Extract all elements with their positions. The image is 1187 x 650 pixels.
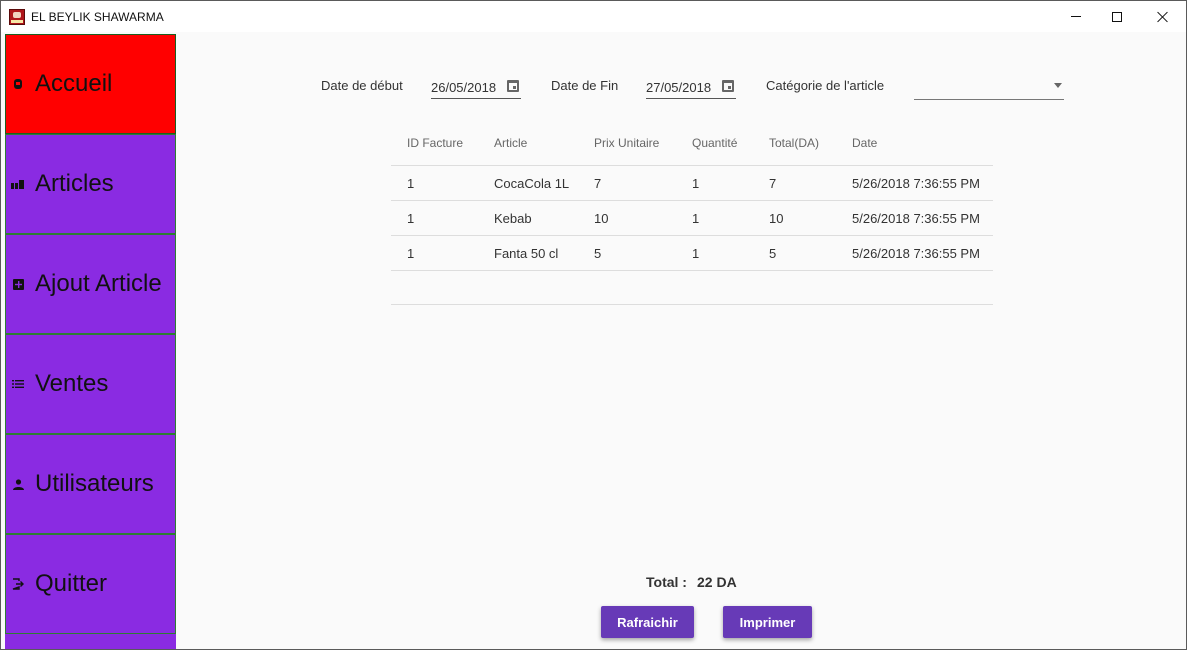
start-date-picker[interactable]: 26/05/2018 [431, 77, 521, 99]
close-button[interactable] [1140, 1, 1186, 32]
table-cell: 1 [692, 246, 700, 261]
add-box-icon [11, 277, 25, 291]
total-value: 22 DA [697, 574, 737, 590]
table-cell: CocaCola 1L [494, 176, 570, 191]
sidebar-item-label: Quitter [35, 570, 108, 597]
sidebar-item-accueil[interactable]: Accueil [5, 34, 176, 134]
maximize-button[interactable] [1094, 1, 1140, 32]
column-header[interactable]: Date [852, 136, 877, 150]
table-cell: 10 [769, 211, 784, 226]
title-bar: EL BEYLIK SHAWARMA [1, 1, 1186, 32]
print-button[interactable]: Imprimer [723, 606, 812, 638]
maximize-icon [1112, 11, 1122, 22]
table-cell: 1 [407, 176, 415, 191]
category-select[interactable] [914, 77, 1064, 100]
articles-icon [11, 177, 25, 191]
table-header: ID Facture Article Prix Unitaire Quantit… [391, 125, 993, 166]
sidebar-item-ventes[interactable]: Ventes [5, 334, 176, 434]
start-date-label: Date de début [321, 78, 403, 93]
table-cell: 7 [769, 176, 777, 191]
user-icon [11, 477, 25, 491]
calendar-icon[interactable] [722, 80, 734, 92]
sidebar: Accueil Articles Ajout Article Ventes Ut… [5, 34, 176, 649]
minimize-button[interactable] [1053, 1, 1099, 32]
table-cell: Fanta 50 cl [494, 246, 559, 261]
column-header[interactable]: Article [494, 136, 527, 150]
end-date-picker[interactable]: 27/05/2018 [646, 77, 736, 99]
end-date-label: Date de Fin [551, 78, 619, 93]
sidebar-item-label: Utilisateurs [35, 470, 154, 497]
column-header[interactable]: Total(DA) [769, 136, 819, 150]
refresh-button[interactable]: Rafraichir [601, 606, 694, 638]
sidebar-item-label: Articles [35, 170, 114, 197]
table-row[interactable]: 1 CocaCola 1L 7 1 7 5/26/2018 7:36:55 PM [391, 166, 993, 201]
end-date-value: 27/05/2018 [646, 80, 712, 95]
column-header[interactable]: ID Facture [407, 136, 463, 150]
sidebar-item-label: Accueil [35, 70, 113, 97]
table-cell: 5 [594, 246, 602, 261]
table-cell: 5/26/2018 7:36:55 PM [852, 246, 980, 261]
list-icon [11, 377, 25, 391]
table-cell: 10 [594, 211, 609, 226]
table-cell: 1 [692, 176, 700, 191]
table-cell: 5 [769, 246, 777, 261]
sidebar-item-utilisateurs[interactable]: Utilisateurs [5, 434, 176, 534]
calendar-icon[interactable] [507, 80, 519, 92]
table-row[interactable]: 1 Fanta 50 cl 5 1 5 5/26/2018 7:36:55 PM [391, 236, 993, 271]
table-cell: 5/26/2018 7:36:55 PM [852, 211, 980, 226]
table-row[interactable]: 1 Kebab 10 1 10 5/26/2018 7:36:55 PM [391, 201, 993, 236]
column-header[interactable]: Quantité [692, 136, 737, 150]
minimize-icon [1071, 16, 1081, 17]
home-icon [11, 77, 25, 91]
table-cell: Kebab [494, 211, 532, 226]
app-window: EL BEYLIK SHAWARMA Accueil Articles Ajou… [0, 0, 1187, 650]
total-label: Total : [646, 574, 687, 590]
chevron-down-icon [1054, 83, 1062, 88]
app-logo-icon [9, 8, 25, 25]
sidebar-item-articles[interactable]: Articles [5, 134, 176, 234]
table-cell: 7 [594, 176, 602, 191]
category-label: Catégorie de l'article [766, 78, 885, 93]
table-row-empty [391, 271, 993, 305]
sidebar-item-ajout-article[interactable]: Ajout Article [5, 234, 176, 334]
table-cell: 1 [692, 211, 700, 226]
table-cell: 1 [407, 246, 415, 261]
sidebar-item-label: Ventes [35, 370, 109, 397]
sidebar-item-label: Ajout Article [35, 270, 162, 297]
window-title: EL BEYLIK SHAWARMA [31, 9, 164, 24]
table-cell: 5/26/2018 7:36:55 PM [852, 176, 980, 191]
table-cell: 1 [407, 211, 415, 226]
start-date-value: 26/05/2018 [431, 80, 497, 95]
exit-icon [11, 577, 25, 591]
sales-table: ID Facture Article Prix Unitaire Quantit… [391, 125, 993, 305]
close-icon [1157, 11, 1169, 23]
sidebar-item-quitter[interactable]: Quitter [5, 534, 176, 634]
column-header[interactable]: Prix Unitaire [594, 136, 659, 150]
